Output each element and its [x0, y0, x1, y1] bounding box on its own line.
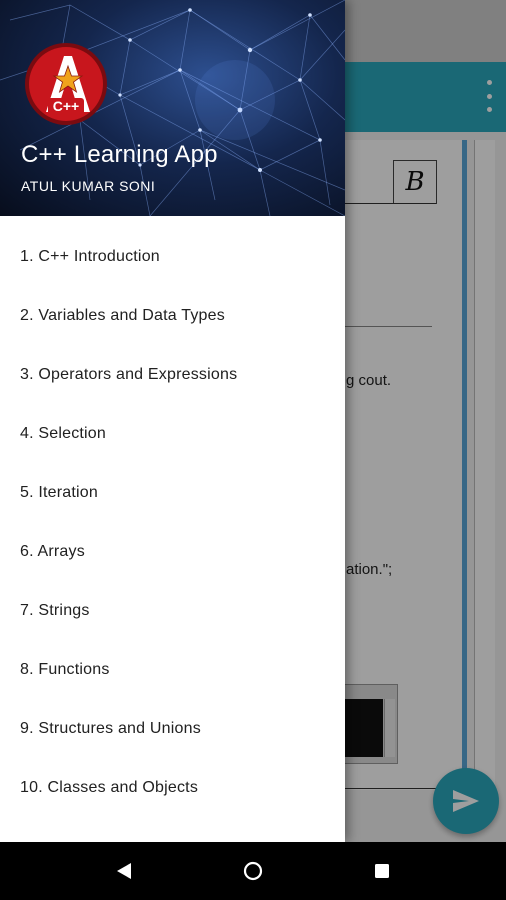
menu-item-functions[interactable]: 8. Functions [0, 640, 345, 699]
menu-item-cpp-introduction[interactable]: 1. C++ Introduction [0, 227, 345, 286]
drawer-header: C++ C++ Learning App ATUL KUMAR SONI [0, 0, 345, 216]
app-author: ATUL KUMAR SONI [21, 178, 156, 194]
app-title: C++ Learning App [21, 141, 218, 168]
back-button[interactable] [104, 851, 144, 891]
back-icon [117, 863, 132, 879]
recents-button[interactable] [362, 851, 402, 891]
menu-item-structures-unions[interactable]: 9. Structures and Unions [0, 699, 345, 758]
recents-icon [374, 864, 389, 878]
menu-item-strings[interactable]: 7. Strings [0, 581, 345, 640]
menu-item-operators-expressions[interactable]: 3. Operators and Expressions [0, 345, 345, 404]
menu-item-variables-data-types[interactable]: 2. Variables and Data Types [0, 286, 345, 345]
navigation-drawer: C++ C++ Learning App ATUL KUMAR SONI 1. … [0, 0, 345, 842]
home-icon [243, 861, 263, 881]
system-nav-bar [0, 842, 506, 900]
menu-item-iteration[interactable]: 5. Iteration [0, 463, 345, 522]
home-button[interactable] [233, 851, 273, 891]
menu-item-arrays[interactable]: 6. Arrays [0, 522, 345, 581]
menu-item-classes-objects[interactable]: 10. Classes and Objects [0, 758, 345, 817]
app-logo-text: C++ [52, 98, 80, 114]
drawer-menu: 1. C++ Introduction 2. Variables and Dat… [0, 216, 345, 817]
menu-item-selection[interactable]: 4. Selection [0, 404, 345, 463]
